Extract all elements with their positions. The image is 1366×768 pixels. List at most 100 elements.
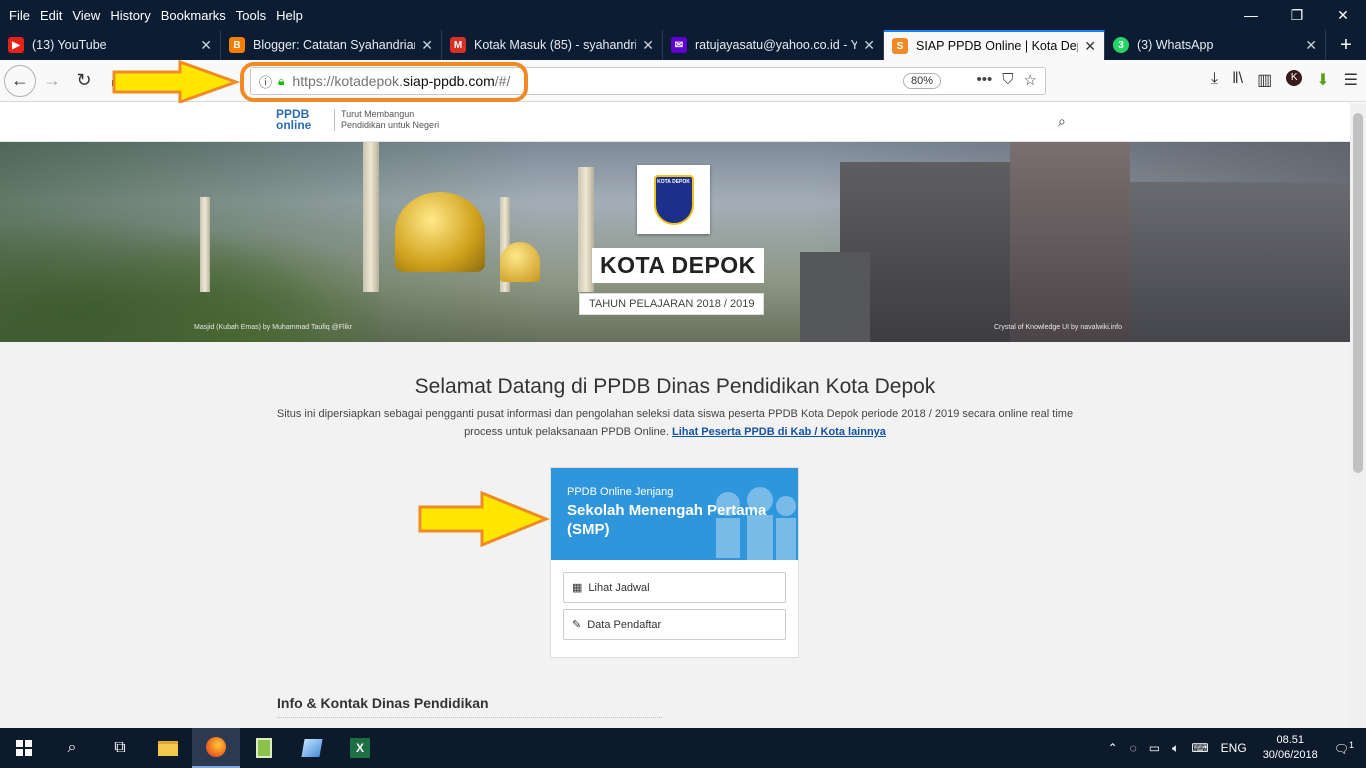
pocket-icon[interactable]: ⛉ (1002, 71, 1013, 89)
arrow-to-card (418, 491, 550, 547)
tab-label: (13) YouTube (32, 38, 107, 52)
url-highlight-oval (240, 62, 528, 102)
pencil-icon: ✎ (572, 619, 582, 631)
scrollbar-thumb[interactable] (1353, 113, 1363, 473)
keyboard-icon[interactable]: ⌨ (1191, 741, 1208, 755)
students-illustration-icon (716, 487, 796, 560)
tab-label: Kotak Masuk (85) - syahandrian (474, 38, 637, 52)
bookmark-star-icon[interactable]: ☆ (1024, 71, 1037, 89)
window-controls: — ❐ ✕ (1228, 0, 1366, 30)
tab-siap-ppdb[interactable]: S SIAP PPDB Online | Kota Depok ✕ (884, 30, 1105, 60)
menu-tools[interactable]: Tools (231, 8, 271, 23)
excel-icon[interactable]: X (336, 728, 384, 768)
close-window-button[interactable]: ✕ (1320, 0, 1366, 30)
welcome-heading: Selamat Datang di PPDB Dinas Pendidikan … (414, 375, 936, 398)
photo-credit-left: Masjid (Kubah Emas) by Muhammad Taufiq @… (194, 324, 352, 331)
clock[interactable]: 08.51 30/06/2018 (1263, 733, 1318, 763)
close-tab-icon[interactable]: ✕ (421, 37, 433, 54)
page-scrollbar[interactable] (1350, 103, 1366, 728)
arrow-to-url (112, 60, 240, 104)
restore-button[interactable]: ❐ (1274, 0, 1320, 30)
gmail-icon: M (450, 37, 466, 53)
close-tab-icon[interactable]: ✕ (1305, 37, 1317, 54)
siap-icon: S (892, 38, 908, 54)
smp-card-header[interactable]: PPDB Online Jenjang Sekolah Menengah Per… (551, 468, 798, 560)
task-view-icon[interactable]: ⧉ (96, 728, 144, 768)
close-tab-icon[interactable]: ✕ (1084, 38, 1096, 55)
firefox-icon[interactable] (192, 728, 240, 768)
tab-youtube[interactable]: ▶ (13) YouTube ✕ (0, 30, 221, 60)
registrant-data-label: Data Pendaftar (587, 618, 662, 631)
page-actions-icon[interactable]: ••• (977, 71, 993, 89)
minimize-button[interactable]: — (1228, 0, 1274, 30)
action-center-icon[interactable]: 🗨︎1 (1334, 740, 1354, 756)
search-taskbar-icon[interactable]: ⌕ (48, 728, 96, 768)
battery-icon[interactable]: ▭ (1149, 741, 1160, 755)
close-tab-icon[interactable]: ✕ (200, 37, 212, 54)
logo-tagline: Turut Membangun Pendidikan untuk Negeri (334, 109, 439, 131)
new-tab-button[interactable]: + (1326, 30, 1366, 60)
tab-label: Blogger: Catatan Syahandrian Eka (253, 38, 416, 52)
language-indicator[interactable]: ENG (1221, 741, 1247, 755)
search-icon[interactable]: ⌕ (1058, 113, 1066, 130)
tab-label: ratujayasatu@yahoo.co.id - Yahoo (695, 38, 858, 52)
network-icon[interactable]: ◌ (1130, 741, 1137, 755)
windows-taskbar: ⌕ ⧉ X ⌃ ◌ ▭ 🔈︎ ⌨ ENG 08.51 30/06/2018 🗨︎… (0, 728, 1366, 768)
tab-label: SIAP PPDB Online | Kota Depok (916, 39, 1078, 53)
show-hidden-icons[interactable]: ⌃ (1108, 741, 1118, 755)
download-icon[interactable]: ⤓ (1211, 70, 1218, 90)
tab-yahoo-mail[interactable]: ✉ ratujayasatu@yahoo.co.id - Yahoo ✕ (663, 30, 884, 60)
tab-strip: ▶ (13) YouTube ✕ B Blogger: Catatan Syah… (0, 30, 1366, 60)
depok-crest-icon: KOTA DEPOK (653, 174, 694, 225)
city-title: KOTA DEPOK (592, 248, 764, 283)
volume-icon[interactable]: 🔈︎ (1172, 741, 1179, 756)
close-tab-icon[interactable]: ✕ (863, 37, 875, 54)
library-icon[interactable]: ‖\ (1232, 70, 1243, 90)
hamburger-menu-icon[interactable]: ☰ (1344, 70, 1358, 90)
hero-banner: Masjid (Kubah Emas) by Muhammad Taufiq @… (0, 142, 1350, 342)
back-button[interactable]: ← (4, 64, 36, 97)
registrant-data-button[interactable]: ✎ Data Pendaftar (563, 609, 786, 640)
divider (277, 717, 662, 718)
notepad-app-icon[interactable] (240, 728, 288, 768)
forward-button[interactable]: → (36, 65, 68, 97)
web-page: PPDB online Turut Membangun Pendidikan u… (0, 103, 1350, 728)
system-tray: ⌃ ◌ ▭ 🔈︎ ⌨ ENG 08.51 30/06/2018 🗨︎1 (1102, 728, 1366, 768)
other-regions-link[interactable]: Lihat Peserta PPDB di Kab / Kota lainnya (672, 426, 886, 438)
windows-logo-icon (16, 740, 32, 756)
view-schedule-label: Lihat Jadwal (588, 581, 650, 594)
menu-bookmarks[interactable]: Bookmarks (156, 8, 231, 23)
smp-card: PPDB Online Jenjang Sekolah Menengah Per… (550, 467, 799, 658)
photo-credit-right: Crystal of Knowledge UI by navalwiki.inf… (994, 324, 1123, 331)
blogger-icon: B (229, 37, 245, 53)
account-icon[interactable]: K (1286, 70, 1303, 86)
title-bar: File Edit View History Bookmarks Tools H… (0, 0, 1366, 30)
glass-app-icon[interactable] (288, 728, 336, 768)
calendar-icon: ▦ (572, 582, 583, 594)
menu-file[interactable]: File (4, 8, 35, 23)
menu-view[interactable]: View (67, 8, 105, 23)
yahoo-mail-icon: ✉ (671, 37, 687, 53)
menu-history[interactable]: History (105, 8, 155, 23)
tab-blogger[interactable]: B Blogger: Catatan Syahandrian Eka ✕ (221, 30, 442, 60)
extension-download-icon[interactable]: ⬇ (1316, 70, 1329, 90)
tab-label: (3) WhatsApp (1137, 38, 1214, 52)
logo-mark: PPDB online (276, 107, 312, 132)
site-header: PPDB online Turut Membangun Pendidikan u… (0, 103, 1350, 142)
welcome-description: Situs ini dipersiapkan sebagai pengganti… (276, 408, 1074, 438)
whatsapp-icon: 3 (1113, 37, 1129, 53)
reload-button[interactable]: ↻ (68, 65, 100, 97)
menu-help[interactable]: Help (271, 8, 308, 23)
city-emblem: KOTA DEPOK (637, 165, 710, 234)
file-explorer-icon[interactable] (144, 728, 192, 768)
tab-gmail[interactable]: M Kotak Masuk (85) - syahandrian ✕ (442, 30, 663, 60)
academic-year: TAHUN PELAJARAN 2018 / 2019 (579, 293, 765, 315)
start-button[interactable] (0, 728, 48, 768)
menu-edit[interactable]: Edit (35, 8, 67, 23)
tab-whatsapp[interactable]: 3 (3) WhatsApp ✕ (1105, 30, 1326, 60)
zoom-indicator[interactable]: 80% (902, 73, 941, 89)
sidebar-icon[interactable]: ▥ (1257, 70, 1272, 90)
view-schedule-button[interactable]: ▦ Lihat Jadwal (563, 572, 786, 603)
ppdb-logo[interactable]: PPDB online Turut Membangun Pendidikan u… (276, 107, 439, 132)
close-tab-icon[interactable]: ✕ (642, 37, 654, 54)
